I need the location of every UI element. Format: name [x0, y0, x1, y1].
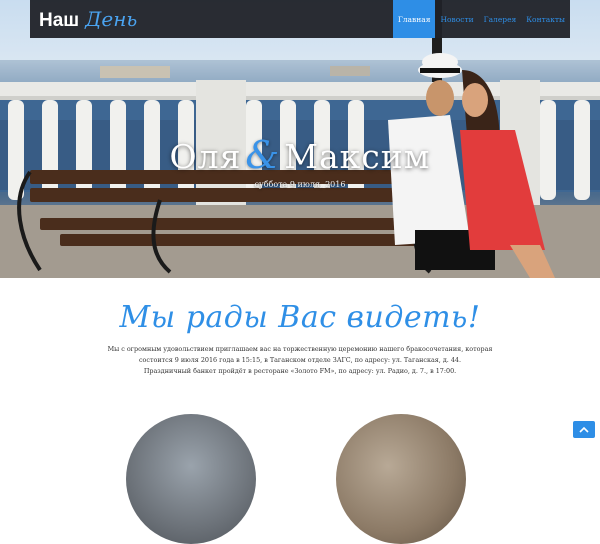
couple-names: Оля & Максим — [0, 133, 600, 177]
photo-circle-left — [126, 414, 256, 544]
chevron-up-icon — [579, 426, 589, 433]
invitation-line: Мы с огромным удовольствием приглашаем в… — [107, 345, 493, 353]
bride-name: Оля — [169, 137, 242, 176]
nav-item-gallery[interactable]: Галерея — [479, 0, 522, 38]
navbar: Наш День Главная Новости Галерея Контакт… — [30, 0, 570, 38]
wedding-date: суббота 9 июля, 2016 — [254, 180, 346, 189]
ampersand: & — [245, 133, 281, 177]
groom-name: Максим — [284, 137, 431, 176]
nav-item-news[interactable]: Новости — [435, 0, 478, 38]
brand-logo[interactable]: Наш День — [39, 7, 137, 32]
brand-script-text: День — [85, 6, 138, 31]
brand-main-text: Наш — [39, 9, 80, 31]
scroll-top-button[interactable] — [573, 421, 595, 438]
welcome-heading: Мы рады Вас видеть! — [119, 300, 481, 335]
nav-item-home[interactable]: Главная — [392, 0, 436, 38]
invitation-line: Праздничный банкет пройдёт в ресторане «… — [143, 367, 457, 375]
nav-item-contacts[interactable]: Контакты — [521, 0, 570, 38]
invitation-line: состоится 9 июля 2016 года в 15:15, в Та… — [138, 356, 462, 364]
hero-banner: Наш День Главная Новости Галерея Контакт… — [0, 0, 600, 278]
photo-circle-right — [336, 414, 466, 544]
invitation-text: Мы с огромным удовольствием приглашаем в… — [90, 344, 510, 377]
nav-menu: Главная Новости Галерея Контакты — [392, 0, 570, 38]
